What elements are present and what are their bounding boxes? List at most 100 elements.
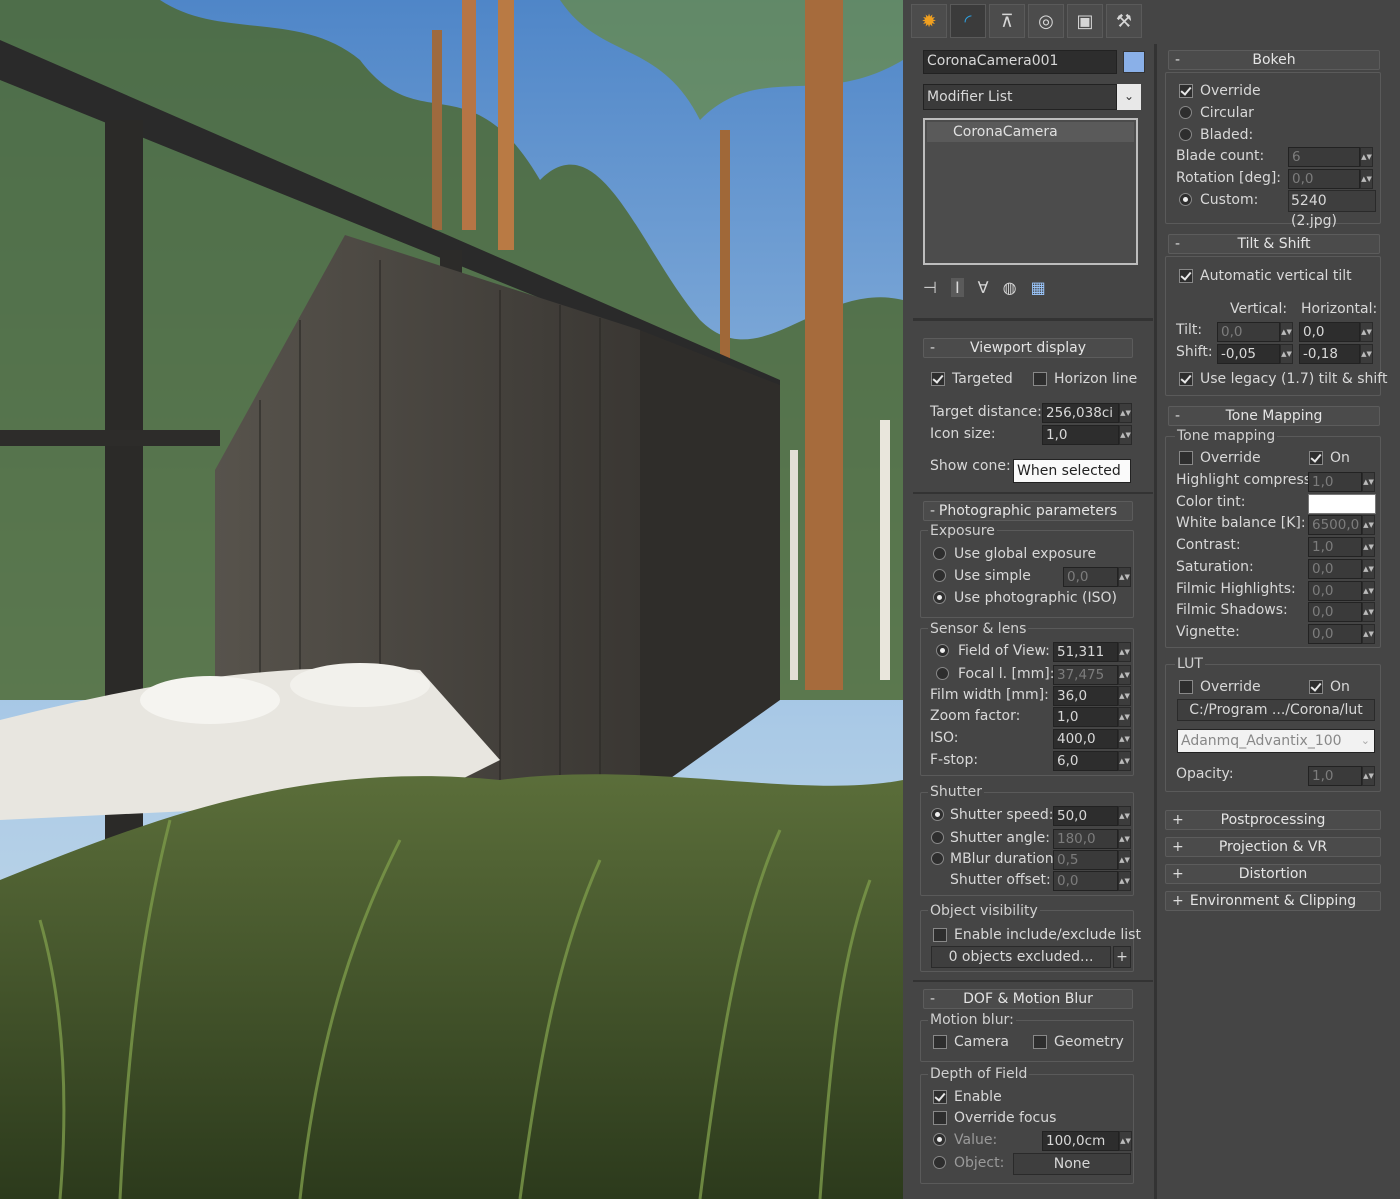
icon-size-spinner[interactable]: 1,0 ▲▼ — [1042, 425, 1132, 445]
shutter-angle-spinner[interactable]: 180,0 ▲▼ — [1053, 829, 1131, 849]
show-cone-dropdown[interactable]: When selected — [1013, 459, 1131, 483]
lut-override-checkbox[interactable] — [1179, 680, 1193, 694]
add-excluded-button[interactable]: + — [1113, 946, 1131, 968]
pin-stack-icon[interactable]: ⊣ — [923, 278, 937, 297]
tilt-horizontal-spinner[interactable]: 0,0 ▲▼ — [1299, 322, 1373, 342]
rollout-bokeh[interactable]: - Bokeh — [1168, 50, 1380, 70]
legacy-tilt-shift-checkbox[interactable] — [1179, 372, 1193, 386]
rollout-postprocessing[interactable]: + Postprocessing — [1165, 810, 1381, 830]
show-end-result-icon[interactable]: I — [950, 277, 964, 297]
separator — [913, 492, 1153, 494]
field-of-view-spinner[interactable]: 51,311 ▲▼ — [1053, 642, 1131, 662]
motion-blur-geometry-checkbox[interactable] — [1033, 1035, 1047, 1049]
rollout-viewport-display[interactable]: - Viewport display — [923, 338, 1133, 358]
focal-length-radio[interactable] — [936, 667, 949, 680]
targeted-checkbox[interactable] — [931, 372, 945, 386]
rollout-distortion[interactable]: + Distortion — [1165, 864, 1381, 884]
tab-hierarchy[interactable]: ⊼ — [989, 4, 1025, 38]
rollout-photographic-parameters[interactable]: - Photographic parameters — [923, 501, 1133, 521]
shutter-angle-radio[interactable] — [931, 831, 944, 844]
object-color-swatch[interactable] — [1123, 51, 1145, 73]
highlight-compress-spinner[interactable]: 1,0 ▲▼ — [1308, 472, 1375, 492]
use-photographic-label: Use photographic (ISO) — [954, 590, 1117, 606]
enable-include-exclude-checkbox[interactable] — [933, 928, 947, 942]
auto-vertical-tilt-checkbox[interactable] — [1179, 269, 1193, 283]
rollout-projection-vr[interactable]: + Projection & VR — [1165, 837, 1381, 857]
motion-blur-camera-checkbox[interactable] — [933, 1035, 947, 1049]
bokeh-circular-radio[interactable] — [1179, 106, 1192, 119]
bokeh-bladed-label: Bladed: — [1200, 127, 1254, 143]
filmic-highlights-spinner[interactable]: 0,0 ▲▼ — [1308, 581, 1375, 601]
highlight-compress-label: Highlight compress: — [1176, 472, 1316, 488]
bokeh-override-checkbox[interactable] — [1179, 84, 1193, 98]
filmic-shadows-spinner[interactable]: 0,0 ▲▼ — [1308, 602, 1375, 622]
shift-horizontal-spinner[interactable]: -0,18 ▲▼ — [1299, 344, 1373, 364]
tab-modify[interactable]: ◜ — [950, 4, 986, 38]
chevron-down-icon[interactable]: ⌄ — [1117, 84, 1141, 110]
contrast-spinner[interactable]: 1,0 ▲▼ — [1308, 537, 1375, 557]
modifier-list-dropdown[interactable]: Modifier List — [923, 84, 1117, 110]
target-distance-spinner[interactable]: 256,038ci ▲▼ — [1042, 403, 1132, 423]
white-balance-label: White balance [K]: — [1176, 515, 1306, 531]
shutter-speed-radio[interactable] — [931, 808, 944, 821]
motion-icon: ◎ — [1038, 10, 1054, 32]
f-stop-spinner[interactable]: 6,0 ▲▼ — [1053, 751, 1131, 771]
override-focus-checkbox[interactable] — [933, 1111, 947, 1125]
rollout-dof-motion-blur[interactable]: - DOF & Motion Blur — [923, 989, 1133, 1009]
shutter-offset-spinner[interactable]: 0,0 ▲▼ — [1053, 871, 1131, 891]
iso-spinner[interactable]: 400,0 ▲▼ — [1053, 729, 1131, 749]
lut-path-button[interactable]: C:/Program .../Corona/lut — [1177, 699, 1375, 721]
vignette-spinner[interactable]: 0,0 ▲▼ — [1308, 624, 1375, 644]
focus-value-radio[interactable] — [933, 1133, 946, 1146]
focus-object-radio[interactable] — [933, 1156, 946, 1169]
rollout-tilt-shift[interactable]: - Tilt & Shift — [1168, 234, 1380, 254]
rotation-spinner[interactable]: 0,0 ▲▼ — [1288, 169, 1373, 189]
tone-on-checkbox[interactable] — [1309, 451, 1323, 465]
tone-mapping-title: Tone mapping — [1175, 428, 1278, 444]
focus-object-picker[interactable]: None — [1013, 1153, 1131, 1175]
bokeh-bladed-radio[interactable] — [1179, 128, 1192, 141]
shutter-speed-label: Shutter speed: — [950, 807, 1054, 823]
lut-override-label: Override — [1200, 679, 1261, 695]
shutter-speed-spinner[interactable]: 50,0 ▲▼ — [1053, 806, 1131, 826]
tab-display[interactable]: ▣ — [1067, 4, 1103, 38]
lut-preset-dropdown[interactable]: Adanmq_Advantix_100 ⌄ — [1177, 729, 1375, 753]
horizon-line-checkbox[interactable] — [1033, 372, 1047, 386]
use-simple-radio[interactable] — [933, 569, 946, 582]
tab-motion[interactable]: ◎ — [1028, 4, 1064, 38]
bokeh-custom-map-button[interactable]: 5240 (2.jpg) — [1288, 190, 1376, 229]
make-unique-icon[interactable]: ∀ — [978, 278, 989, 297]
lut-on-checkbox[interactable] — [1309, 680, 1323, 694]
use-global-exposure-label: Use global exposure — [954, 546, 1097, 562]
white-balance-spinner[interactable]: 6500,0 ▲▼ — [1308, 515, 1375, 535]
zoom-factor-spinner[interactable]: 1,0 ▲▼ — [1053, 707, 1131, 727]
field-of-view-radio[interactable] — [936, 644, 949, 657]
target-distance-label: Target distance: — [930, 404, 1042, 420]
remove-modifier-icon[interactable]: ◍ — [1003, 278, 1017, 297]
mblur-duration-spinner[interactable]: 0,5 ▲▼ — [1053, 850, 1131, 870]
color-tint-swatch[interactable] — [1308, 494, 1376, 514]
tab-utilities[interactable]: ⚒ — [1106, 4, 1142, 38]
objects-excluded-button[interactable]: 0 objects excluded... — [931, 946, 1111, 968]
use-global-exposure-radio[interactable] — [933, 547, 946, 560]
object-name-field[interactable]: CoronaCamera001 — [923, 50, 1117, 74]
saturation-spinner[interactable]: 0,0 ▲▼ — [1308, 559, 1375, 579]
simple-exposure-spinner[interactable]: 0,0 ▲▼ — [1063, 567, 1131, 587]
focus-value-spinner[interactable]: 100,0cm ▲▼ — [1042, 1131, 1132, 1151]
tone-override-checkbox[interactable] — [1179, 451, 1193, 465]
lut-opacity-spinner[interactable]: 1,0 ▲▼ — [1308, 766, 1375, 786]
stack-item-coronacamera[interactable]: CoronaCamera — [927, 122, 1134, 142]
tab-create[interactable]: ✹ — [911, 4, 947, 38]
film-width-spinner[interactable]: 36,0 ▲▼ — [1053, 686, 1131, 706]
bokeh-custom-radio[interactable] — [1179, 193, 1192, 206]
tilt-vertical-spinner[interactable]: 0,0 ▲▼ — [1217, 322, 1293, 342]
rollout-tone-mapping[interactable]: - Tone Mapping — [1168, 406, 1380, 426]
mblur-duration-radio[interactable] — [931, 852, 944, 865]
use-photographic-radio[interactable] — [933, 591, 946, 604]
configure-sets-icon[interactable]: ▦ — [1031, 278, 1046, 297]
shift-vertical-spinner[interactable]: -0,05 ▲▼ — [1217, 344, 1293, 364]
dof-enable-checkbox[interactable] — [933, 1090, 947, 1104]
rollout-environment-clipping[interactable]: + Environment & Clipping — [1165, 891, 1381, 911]
blade-count-spinner[interactable]: 6 ▲▼ — [1288, 147, 1373, 167]
focal-length-spinner[interactable]: 37,475 ▲▼ — [1053, 665, 1131, 685]
